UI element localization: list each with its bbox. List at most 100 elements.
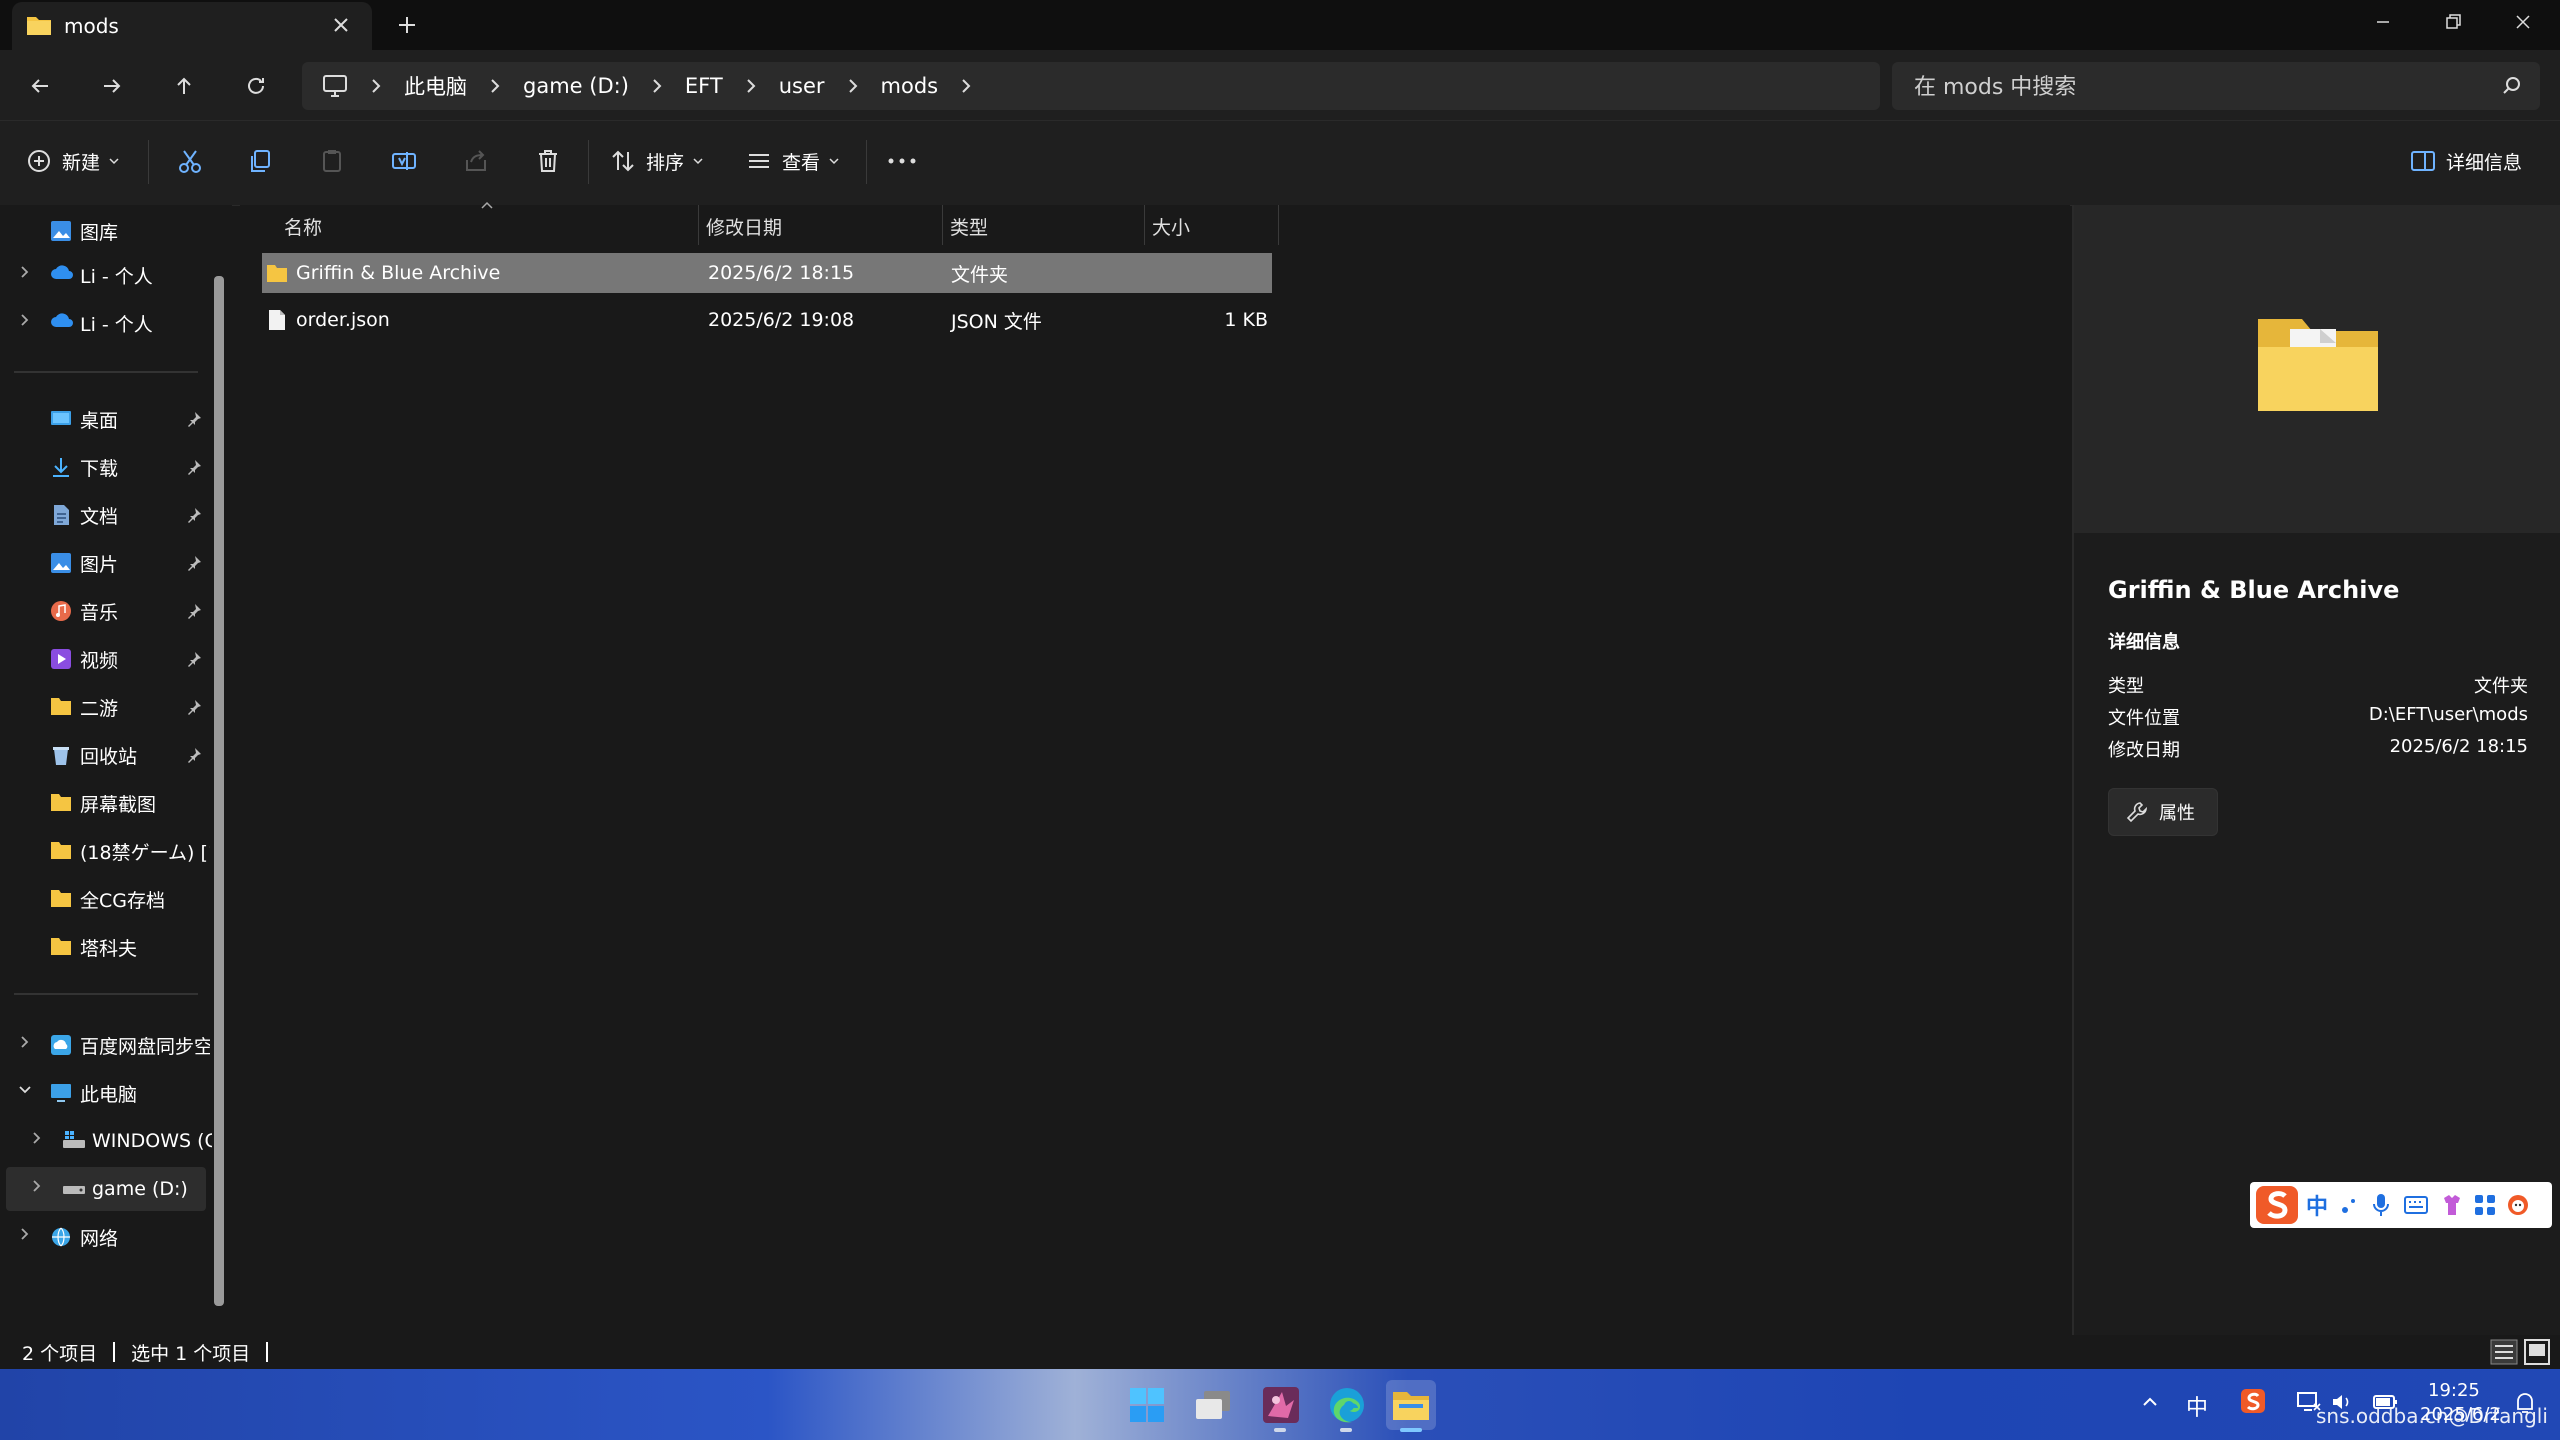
breadcrumb-mods[interactable]: mods — [881, 74, 939, 98]
delete-button[interactable] — [526, 136, 570, 186]
details-view-icon[interactable] — [2490, 1339, 2518, 1365]
paste-button[interactable] — [310, 136, 354, 186]
tray-input-language[interactable]: 中 — [2186, 1390, 2208, 1422]
rename-button[interactable] — [382, 136, 426, 186]
search-icon[interactable] — [2502, 76, 2522, 96]
sidebar-item-recycle-bin[interactable]: 回收站 — [50, 733, 137, 777]
file-list — [240, 205, 2070, 1335]
sidebar-item-this-pc[interactable]: 此电脑 — [50, 1071, 137, 1115]
pin-icon[interactable] — [186, 555, 202, 571]
pin-icon[interactable] — [186, 507, 202, 523]
chevron-right-icon[interactable] — [16, 263, 34, 281]
pin-icon[interactable] — [186, 699, 202, 715]
column-header-size[interactable]: 大小 — [1152, 208, 1190, 244]
tab-mods[interactable]: mods — [12, 2, 372, 50]
chevron-up-icon[interactable] — [2140, 1392, 2160, 1412]
details-pane-button[interactable]: 详细信息 — [2410, 136, 2522, 186]
sidebar-item-erYou[interactable]: 二游 — [50, 685, 118, 729]
sidebar-item-onedrive-2[interactable]: Li - 个人 — [50, 301, 153, 345]
table-row[interactable]: order.json 2025/6/2 19:08 JSON 文件 1 KB — [262, 300, 1272, 340]
sidebar-item-games[interactable]: (18禁ゲーム) [1 — [50, 829, 210, 873]
sidebar-item-windows-drive[interactable]: WINDOWS (C — [62, 1119, 212, 1163]
chevron-right-icon[interactable] — [28, 1177, 46, 1195]
task-view-button[interactable] — [1188, 1380, 1238, 1430]
pin-icon[interactable] — [186, 411, 202, 427]
toolbox-icon[interactable] — [2474, 1194, 2496, 1216]
column-divider[interactable] — [1144, 205, 1145, 245]
chevron-right-icon — [647, 76, 667, 96]
sidebar-item-network[interactable]: 网络 — [50, 1215, 118, 1259]
share-button[interactable] — [454, 136, 498, 186]
search-box[interactable] — [1892, 62, 2540, 112]
column-header-type[interactable]: 类型 — [950, 208, 988, 244]
sidebar-item-gallery[interactable]: 图库 — [50, 209, 118, 253]
column-header-date[interactable]: 修改日期 — [706, 208, 782, 244]
table-row[interactable]: Griffin & Blue Archive 2025/6/2 18:15 文件… — [262, 253, 1272, 293]
minimize-button[interactable] — [2348, 0, 2418, 44]
file-explorer-button[interactable] — [1386, 1380, 1436, 1430]
sidebar-item-desktop[interactable]: 桌面 — [50, 397, 118, 441]
sidebar-item-pictures[interactable]: 图片 — [50, 541, 118, 585]
sidebar-item-baidu-sync[interactable]: 百度网盘同步空 — [50, 1023, 210, 1067]
ime-toolbar[interactable]: 中 — [2250, 1182, 2552, 1228]
pin-icon[interactable] — [186, 603, 202, 619]
breadcrumb-user[interactable]: user — [779, 74, 825, 98]
pin-icon[interactable] — [186, 459, 202, 475]
up-button[interactable] — [164, 66, 204, 106]
chevron-right-icon[interactable] — [28, 1129, 46, 1147]
start-button[interactable] — [1122, 1380, 1172, 1430]
breadcrumb-this-pc[interactable]: 此电脑 — [404, 71, 467, 101]
column-divider[interactable] — [1278, 205, 1279, 245]
pin-icon[interactable] — [186, 651, 202, 667]
view-button[interactable]: 查看 — [746, 136, 840, 186]
close-tab-icon[interactable] — [328, 12, 354, 38]
sidebar-item-game-drive[interactable]: game (D:) — [62, 1167, 188, 1211]
sidebar-item-documents[interactable]: 文档 — [50, 493, 118, 537]
sidebar-item-screenshots[interactable]: 屏幕截图 — [50, 781, 156, 825]
properties-button[interactable]: 属性 — [2108, 788, 2218, 836]
sidebar-item-onedrive-1[interactable]: Li - 个人 — [50, 253, 153, 297]
ime-mode[interactable]: 中 — [2306, 1189, 2328, 1221]
clock-time[interactable]: 19:25 — [2428, 1380, 2480, 1401]
copy-button[interactable] — [238, 136, 282, 186]
back-button[interactable] — [20, 66, 60, 106]
column-divider[interactable] — [942, 205, 943, 245]
sidebar-item-downloads[interactable]: 下载 — [50, 445, 118, 489]
refresh-button[interactable] — [236, 66, 276, 106]
notification-icon[interactable] — [2514, 1392, 2536, 1414]
sogou-tray-icon[interactable] — [2240, 1388, 2266, 1414]
sidebar-item-tarkov[interactable]: 塔科夫 — [50, 925, 137, 969]
sidebar-scrollbar[interactable] — [214, 276, 224, 1306]
breadcrumb-game-drive[interactable]: game (D:) — [523, 74, 629, 98]
tiles-view-icon[interactable] — [2524, 1339, 2550, 1365]
more-options-button[interactable] — [880, 136, 924, 186]
breadcrumb-eft[interactable]: EFT — [685, 74, 723, 98]
chevron-right-icon[interactable] — [16, 1033, 34, 1051]
forward-button[interactable] — [92, 66, 132, 106]
restore-button[interactable] — [2418, 0, 2488, 44]
column-header-name[interactable]: 名称 — [284, 208, 322, 244]
address-bar[interactable]: 此电脑 game (D:) EFT user mods — [302, 62, 1880, 110]
mascot-icon[interactable] — [2506, 1193, 2530, 1217]
sidebar-item-music[interactable]: 音乐 — [50, 589, 118, 633]
sidebar-item-cg-saves[interactable]: 全CG存档 — [50, 877, 165, 921]
punctuation-icon[interactable] — [2340, 1195, 2358, 1215]
pin-icon[interactable] — [186, 747, 202, 763]
close-window-button[interactable] — [2488, 0, 2558, 44]
new-button[interactable]: 新建 — [26, 136, 120, 186]
chevron-right-icon[interactable] — [16, 311, 34, 329]
microphone-icon[interactable] — [2372, 1193, 2390, 1217]
chevron-right-icon[interactable] — [956, 76, 976, 96]
chevron-down-icon[interactable] — [16, 1081, 34, 1099]
column-divider[interactable] — [698, 205, 699, 245]
sort-button[interactable]: 排序 — [610, 136, 704, 186]
cut-button[interactable] — [168, 136, 212, 186]
search-input[interactable] — [1912, 62, 2476, 112]
game-app-button[interactable] — [1256, 1380, 1306, 1430]
sidebar-item-videos[interactable]: 视频 — [50, 637, 118, 681]
chevron-right-icon[interactable] — [16, 1225, 34, 1243]
skin-icon[interactable] — [2440, 1194, 2464, 1216]
keyboard-icon[interactable] — [2404, 1196, 2429, 1214]
new-tab-button[interactable] — [392, 10, 422, 40]
edge-browser-button[interactable] — [1322, 1380, 1372, 1430]
